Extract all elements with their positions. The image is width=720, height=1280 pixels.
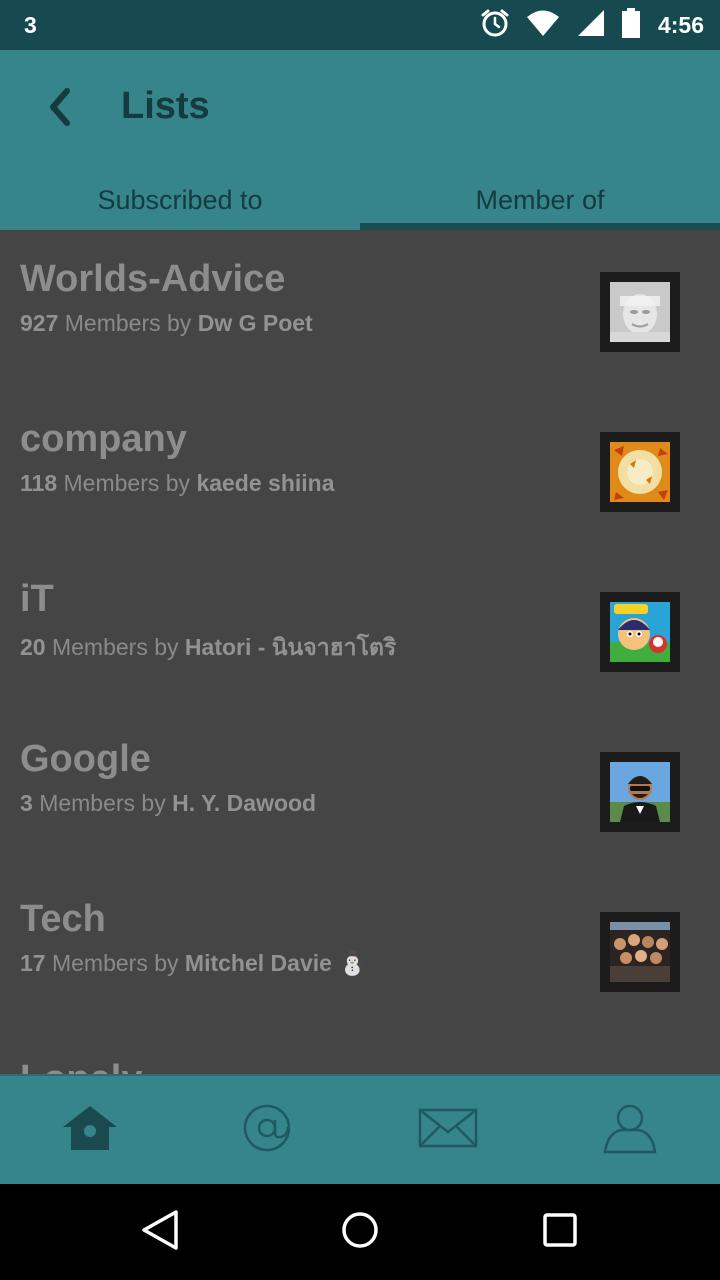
- list-item[interactable]: Google 3 Members by H. Y. Dawood: [0, 710, 720, 870]
- system-home-button[interactable]: [330, 1202, 390, 1262]
- home-icon: [60, 1103, 120, 1158]
- member-count: 17: [20, 950, 46, 976]
- owner-name: H. Y. Dawood: [172, 790, 317, 816]
- list-meta: 927 Members by Dw G Poet: [20, 310, 313, 337]
- status-icons: 4:56: [464, 7, 704, 43]
- member-count: 927: [20, 310, 59, 336]
- cell-signal-icon: [576, 8, 606, 43]
- owner-avatar-image: [610, 922, 670, 982]
- owner-avatar-image: [610, 442, 670, 502]
- tab-bar: Subscribed to Member of: [0, 170, 720, 230]
- members-label: Members by: [51, 634, 179, 660]
- member-count: 118: [20, 470, 58, 496]
- owner-avatar: [600, 912, 680, 992]
- clock: 4:56: [657, 11, 704, 38]
- list-item[interactable]: Tech 17 Members by Mitchel Davie ⛄: [0, 870, 720, 1030]
- back-chevron-icon: [47, 87, 73, 132]
- owner-avatar: [600, 432, 680, 512]
- recents-square-icon: [542, 1212, 578, 1253]
- wifi-icon: [526, 9, 560, 42]
- tab-label: Member of: [475, 184, 605, 215]
- nav-home-button[interactable]: [50, 1094, 130, 1166]
- list-name: Google: [20, 738, 151, 780]
- back-triangle-icon: [140, 1209, 180, 1256]
- list-meta: 118 Members by kaede shiina: [20, 470, 335, 497]
- owner-avatar-image: [610, 282, 670, 342]
- list-name: Lonely: [20, 1058, 142, 1074]
- status-bar: 3 4:56: [0, 0, 720, 50]
- list-item[interactable]: Lonely: [0, 1030, 720, 1074]
- owner-avatar: [600, 592, 680, 672]
- tab-selected-indicator: [360, 223, 720, 230]
- home-circle-icon: [340, 1210, 380, 1255]
- list-name: Tech: [20, 898, 106, 940]
- list-item[interactable]: Worlds-Advice 927 Members by Dw G Poet: [0, 230, 720, 390]
- list-meta: 17 Members by Mitchel Davie ⛄: [20, 950, 367, 977]
- members-label: Members by: [64, 310, 192, 336]
- list-name: iT: [20, 578, 54, 620]
- nav-mentions-button[interactable]: [227, 1094, 307, 1166]
- alarm-icon: [480, 8, 510, 43]
- list-meta: 20 Members by Hatori - นินจาฮาโตริ: [20, 630, 396, 666]
- tab-member-of[interactable]: Member of: [360, 170, 720, 230]
- members-label: Members by: [51, 950, 179, 976]
- nav-profile-button[interactable]: [590, 1094, 670, 1166]
- list-meta: 3 Members by H. Y. Dawood: [20, 790, 316, 817]
- system-recents-button[interactable]: [530, 1202, 590, 1262]
- screen: 3 4:56 Lists Subscribed to Member of Wor…: [0, 0, 720, 1280]
- lists-container[interactable]: Worlds-Advice 927 Members by Dw G Poet c…: [0, 230, 720, 1074]
- members-label: Members by: [63, 470, 191, 496]
- messages-icon: [418, 1106, 478, 1155]
- notification-count: 3: [24, 12, 37, 38]
- system-nav-bar: [0, 1184, 720, 1280]
- owner-name: Mitchel Davie: [184, 950, 332, 976]
- members-label: Members by: [39, 790, 166, 816]
- member-count: 3: [20, 790, 33, 816]
- profile-icon: [602, 1102, 658, 1159]
- tab-subscribed-to[interactable]: Subscribed to: [0, 170, 360, 230]
- battery-icon: [621, 7, 640, 43]
- system-back-button[interactable]: [130, 1202, 190, 1262]
- owner-name: kaede shiina: [196, 470, 335, 496]
- owner-avatar-image: [610, 762, 670, 822]
- list-item[interactable]: iT 20 Members by Hatori - นินจาฮาโตริ: [0, 550, 720, 710]
- member-count: 20: [20, 634, 46, 660]
- owner-name: Hatori - นินจาฮาโตริ: [184, 634, 397, 660]
- owner-avatar: [600, 272, 680, 352]
- owner-avatar: [600, 752, 680, 832]
- bottom-nav: [0, 1074, 720, 1184]
- page-title: Lists: [121, 85, 210, 127]
- tab-label: Subscribed to: [97, 184, 263, 215]
- list-name: Worlds-Advice: [20, 258, 286, 300]
- owner-avatar-image: [610, 602, 670, 662]
- snowman-emoji: ⛄: [338, 950, 367, 976]
- mentions-icon: [239, 1102, 295, 1159]
- back-button[interactable]: [30, 80, 90, 138]
- app-bar: Lists Subscribed to Member of: [0, 50, 720, 230]
- list-item[interactable]: company 118 Members by kaede shiina: [0, 390, 720, 550]
- nav-messages-button[interactable]: [408, 1094, 488, 1166]
- owner-name: Dw G Poet: [197, 310, 313, 336]
- list-name: company: [20, 418, 187, 460]
